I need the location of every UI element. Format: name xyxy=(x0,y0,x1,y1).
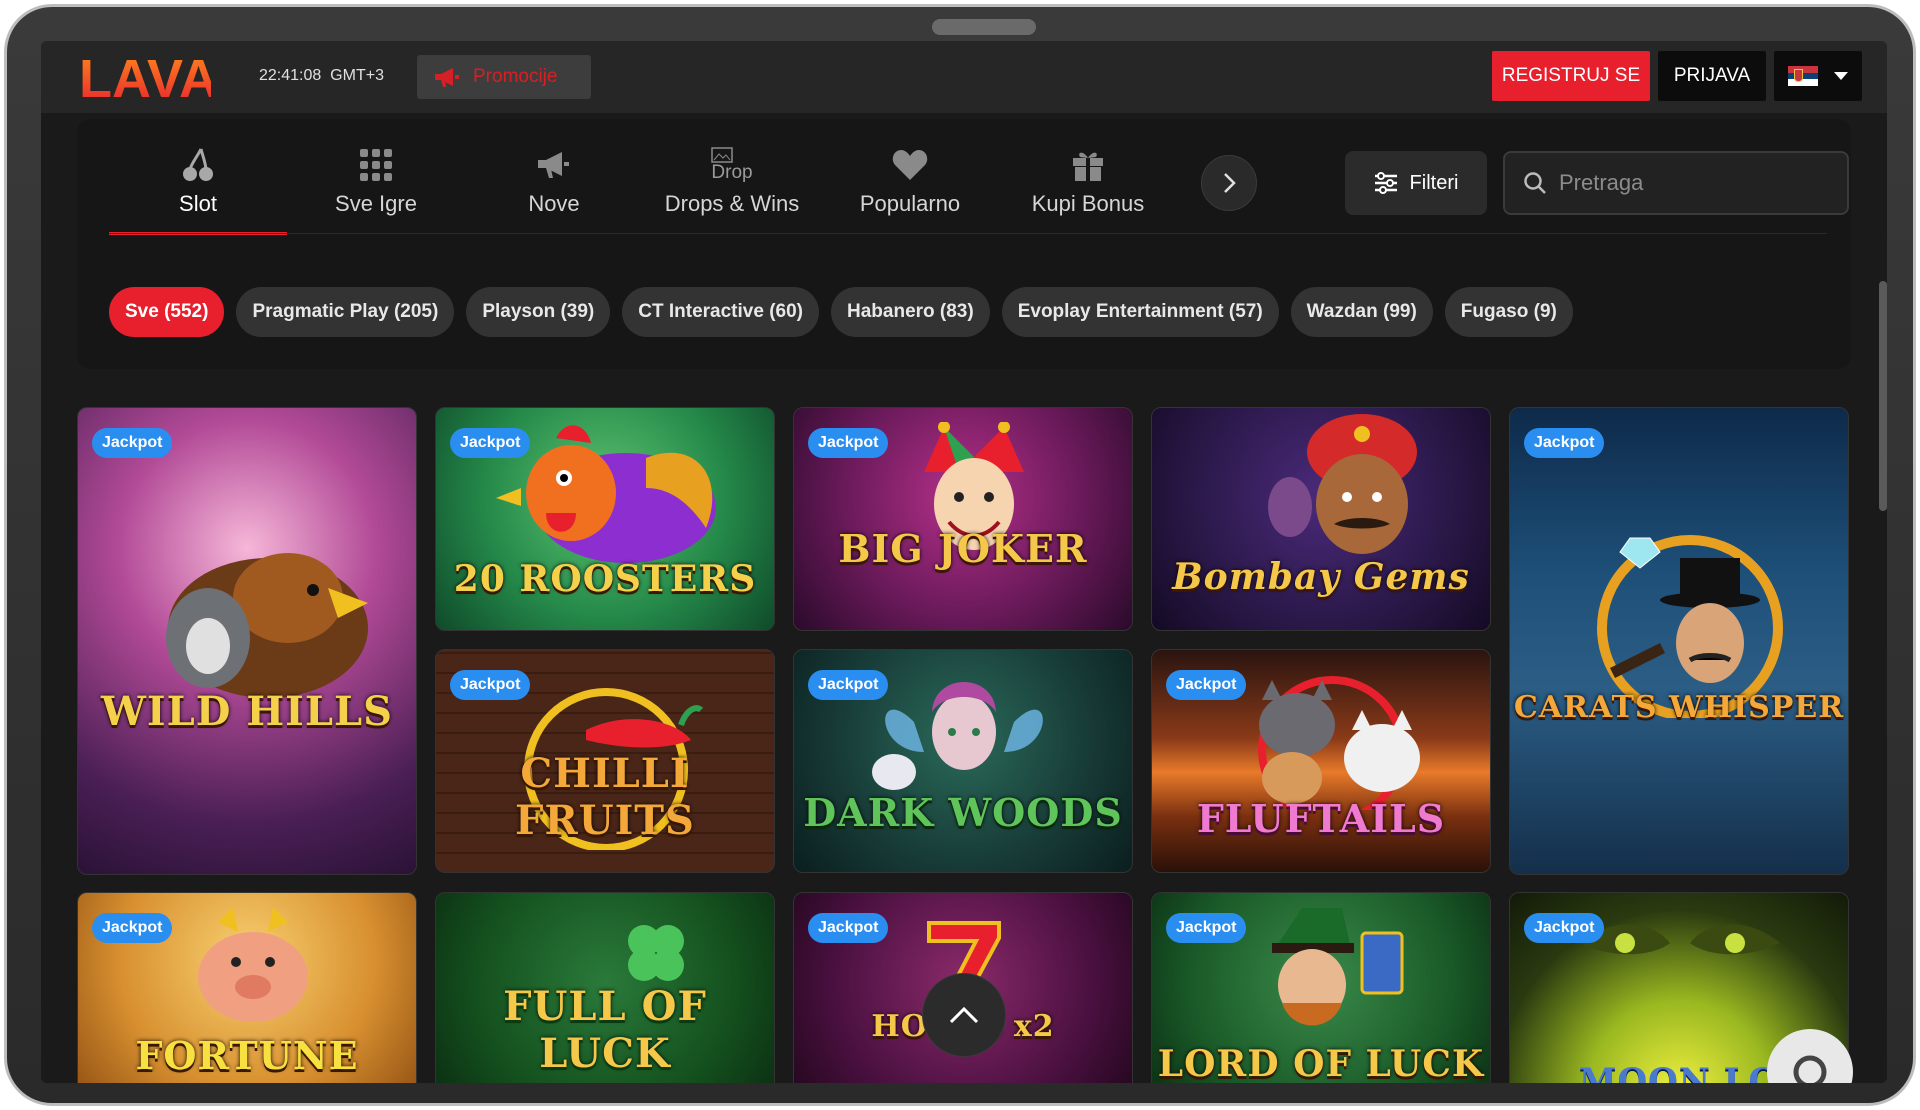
search-placeholder: Pretraga xyxy=(1559,170,1644,195)
game-title: CHILLI FRUITS xyxy=(515,750,695,844)
jackpot-badge: Jackpot xyxy=(1166,670,1247,700)
register-button[interactable]: REGISTRUJ SE xyxy=(1492,51,1650,101)
chevron-down-icon xyxy=(1834,72,1848,80)
provider-chip-fugaso[interactable]: Fugaso (9) xyxy=(1444,287,1573,337)
game-title: CARATS WHISPER xyxy=(1513,690,1845,725)
megaphone-icon xyxy=(435,68,459,87)
game-title: FORTUNE xyxy=(135,1033,359,1078)
promotions-button[interactable]: Promocije xyxy=(417,55,591,99)
provider-chip-habanero[interactable]: Habanero (83) xyxy=(831,287,990,337)
game-tile-chilli-fruits[interactable]: CHILLI FRUITS Jackpot xyxy=(435,649,775,873)
megaphone-icon xyxy=(536,145,572,185)
tab-drops-wins-label: Drops & Wins xyxy=(664,191,800,216)
clock-timezone: GMT+3 xyxy=(330,67,384,84)
clock-time: 22:41:08 xyxy=(259,67,322,84)
category-tabs: Slot Sve Igre Nove Drop Drops & Wins Pop… xyxy=(109,145,1177,235)
search-input[interactable]: Pretraga xyxy=(1503,151,1849,215)
pig-icon xyxy=(198,907,308,1022)
clover-icon xyxy=(628,925,684,981)
game-tile-big-joker[interactable]: BIG JOKER Jackpot xyxy=(793,407,1133,631)
heart-icon xyxy=(892,145,928,185)
drop-icon: Drop xyxy=(711,145,753,185)
tab-new[interactable]: Nove xyxy=(465,145,643,233)
tab-drops-wins[interactable]: Drop Drops & Wins xyxy=(643,145,821,233)
tab-popular-label: Popularno xyxy=(859,191,961,216)
language-selector[interactable] xyxy=(1774,51,1862,101)
jackpot-badge: Jackpot xyxy=(450,670,531,700)
sliders-icon xyxy=(1374,172,1397,194)
game-tile-fortune-pig[interactable]: FORTUNE Jackpot xyxy=(77,892,417,1083)
drop-icon-alt: Drop xyxy=(711,162,753,183)
provider-chip-wazdan[interactable]: Wazdan (99) xyxy=(1290,287,1433,337)
provider-chip-ct-interactive[interactable]: CT Interactive (60) xyxy=(622,287,819,337)
chevron-right-icon xyxy=(1224,173,1236,193)
game-tile-full-of-luck[interactable]: FULL OF LUCK xyxy=(435,892,775,1083)
game-tile-lord-of-luck[interactable]: LORD OF LUCK Jackpot xyxy=(1151,892,1491,1083)
filters-button[interactable]: Filteri xyxy=(1345,151,1487,215)
game-title: WILD HILLS xyxy=(100,688,393,735)
game-tile-20-roosters[interactable]: 20 ROOSTERS Jackpot xyxy=(435,407,775,631)
eagle-icon xyxy=(166,553,368,698)
tab-new-label: Nove xyxy=(528,191,580,216)
screen: LAVA 22:41:08 GMT+3 Promocije REGISTRUJ … xyxy=(41,41,1887,1083)
promotions-label: Promocije xyxy=(473,66,558,87)
tabs-divider xyxy=(109,233,1827,234)
lava-logo[interactable]: LAVA xyxy=(79,51,211,103)
provider-chip-all[interactable]: Sve (552) xyxy=(109,287,225,337)
tab-popular[interactable]: Popularno xyxy=(821,145,999,233)
game-tile-wild-hills[interactable]: WILD HILLS Jackpot xyxy=(77,407,417,875)
tablet-frame: LAVA 22:41:08 GMT+3 Promocije REGISTRUJ … xyxy=(4,4,1916,1106)
game-title: DARK WOODS xyxy=(803,790,1123,835)
provider-chip-playson[interactable]: Playson (39) xyxy=(466,287,611,337)
jackpot-badge: Jackpot xyxy=(1524,913,1605,943)
login-button[interactable]: PRIJAVA xyxy=(1658,51,1766,101)
game-title: BIG JOKER xyxy=(838,526,1088,571)
game-title: 20 ROOSTERS xyxy=(453,558,757,600)
jackpot-badge: Jackpot xyxy=(808,670,889,700)
game-title: Bombay Gems xyxy=(1172,556,1470,598)
game-title: FLUFTAILS xyxy=(1196,796,1446,841)
jackpot-badge: Jackpot xyxy=(92,428,173,458)
serbia-flag-icon xyxy=(1788,66,1818,87)
jackpot-badge: Jackpot xyxy=(808,913,889,943)
gift-icon xyxy=(1071,145,1105,185)
categories-next-button[interactable] xyxy=(1201,155,1257,211)
tab-all-games-label: Sve Igre xyxy=(335,191,417,216)
jackpot-badge: Jackpot xyxy=(1166,913,1247,943)
filters-label: Filteri xyxy=(1409,171,1459,194)
game-navigation-panel: Slot Sve Igre Nove Drop Drops & Wins Pop… xyxy=(77,119,1851,369)
jackpot-badge: Jackpot xyxy=(808,428,889,458)
tab-buy-bonus[interactable]: Kupi Bonus xyxy=(999,145,1177,233)
leprechaun-icon xyxy=(1272,908,1404,1026)
provider-chip-evoplay[interactable]: Evoplay Entertainment (57) xyxy=(1001,287,1279,337)
game-tile-dark-woods[interactable]: DARK WOODS Jackpot xyxy=(793,649,1133,873)
cherry-icon xyxy=(181,145,215,185)
grid-icon xyxy=(359,145,393,185)
jackpot-badge: Jackpot xyxy=(92,913,173,943)
tab-all-games[interactable]: Sve Igre xyxy=(287,145,465,233)
provider-chip-pragmatic-play[interactable]: Pragmatic Play (205) xyxy=(236,287,455,337)
chat-icon xyxy=(1793,1055,1827,1083)
game-title: FULL OF LUCK xyxy=(503,983,707,1077)
tab-slot-label: Slot xyxy=(179,191,217,216)
cats-icon xyxy=(1258,676,1420,810)
game-tile-fluftails[interactable]: FLUFTAILS Jackpot xyxy=(1151,649,1491,873)
chevron-up-icon xyxy=(949,1006,979,1024)
search-icon xyxy=(1524,172,1546,194)
maharaja-icon xyxy=(1268,414,1417,554)
provider-filters: Sve (552) Pragmatic Play (205) Playson (… xyxy=(109,287,1573,337)
scroll-to-top-button[interactable] xyxy=(922,973,1006,1057)
device-notch xyxy=(932,19,1036,35)
game-tile-bombay-gems[interactable]: Bombay Gems xyxy=(1151,407,1491,631)
jackpot-badge: Jackpot xyxy=(450,428,531,458)
top-bar: LAVA 22:41:08 GMT+3 Promocije REGISTRUJ … xyxy=(41,41,1887,113)
game-tile-carats-whisper[interactable]: CARATS WHISPER Jackpot xyxy=(1509,407,1849,875)
tab-buy-bonus-label: Kupi Bonus xyxy=(1031,191,1145,216)
page-scrollbar[interactable] xyxy=(1879,281,1887,511)
svg-text:LAVA: LAVA xyxy=(79,51,211,103)
tab-slot[interactable]: Slot xyxy=(109,145,287,235)
jackpot-badge: Jackpot xyxy=(1524,428,1605,458)
game-title: LORD OF LUCK xyxy=(1157,1043,1485,1083)
clock: 22:41:08 GMT+3 xyxy=(259,67,384,85)
